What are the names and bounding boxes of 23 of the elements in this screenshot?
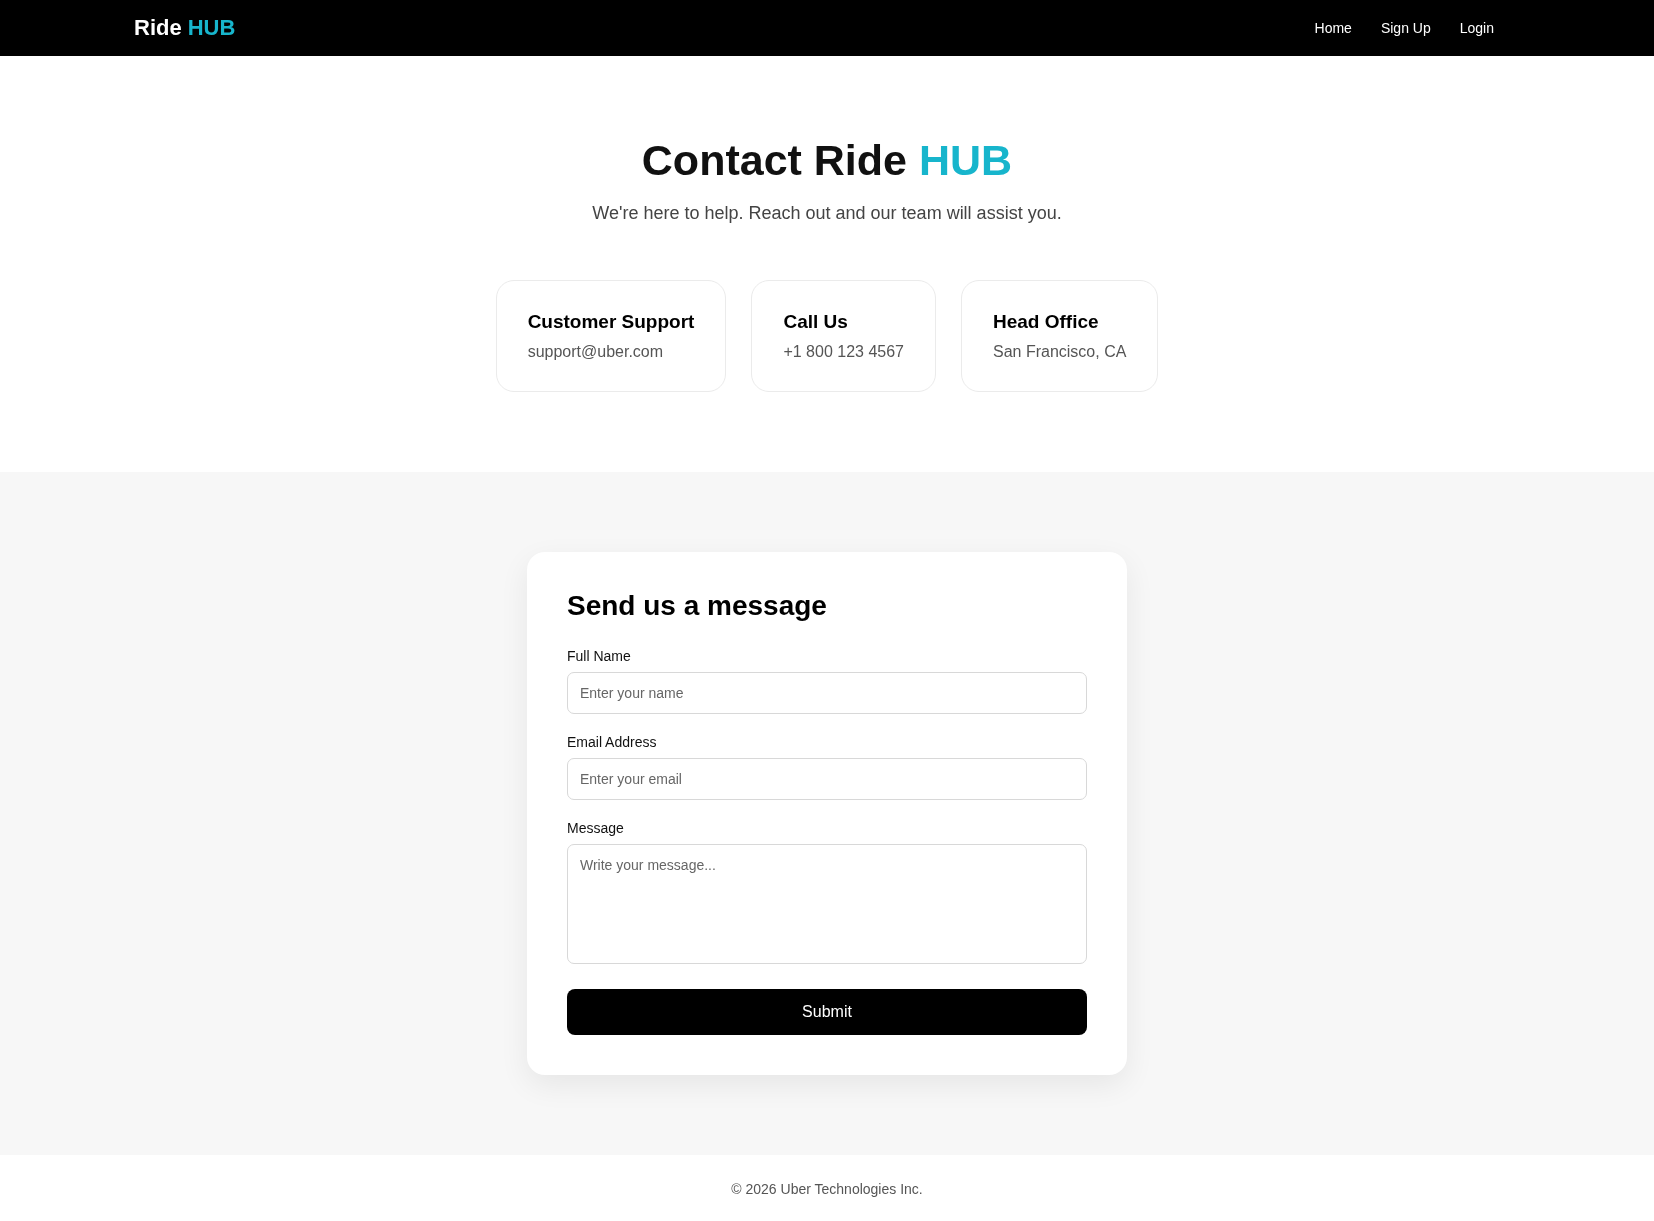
page-title-accent: HUB <box>919 136 1013 185</box>
input-field[interactable]: Enter your email <box>567 758 1087 800</box>
form-title: Send us a message <box>567 590 828 622</box>
page-subtitle: We're here to help. Reach out and our team will assist you. <box>592 203 1062 224</box>
card-title: Call Us <box>783 311 849 333</box>
page-title: Contact Ride <box>641 136 907 185</box>
nav-link[interactable]: Login <box>1459 20 1494 36</box>
field-label: Full Name <box>567 648 632 664</box>
card-title: Customer Support <box>527 311 695 333</box>
submit-button[interactable]: Submit <box>567 989 1087 1035</box>
card-detail: +1 800 123 4567 <box>783 343 904 361</box>
nav-link[interactable]: Sign Up <box>1380 20 1431 36</box>
card-detail: support@uber.com <box>527 343 665 361</box>
field-label: Message <box>567 820 625 836</box>
card-detail: San Francisco, CA <box>992 343 1127 361</box>
brand-name: Ride <box>134 15 182 41</box>
copyright-text: © 2026 Uber Technologies Inc. <box>731 1181 923 1199</box>
field-label: Email Address <box>567 734 658 750</box>
nav-link[interactable]: Home <box>1314 20 1352 36</box>
input-field[interactable]: Enter your name <box>567 672 1087 714</box>
message-field[interactable]: Write your message... <box>567 844 1087 964</box>
card-title: Head Office <box>992 311 1100 333</box>
brand-accent: HUB <box>187 15 236 41</box>
